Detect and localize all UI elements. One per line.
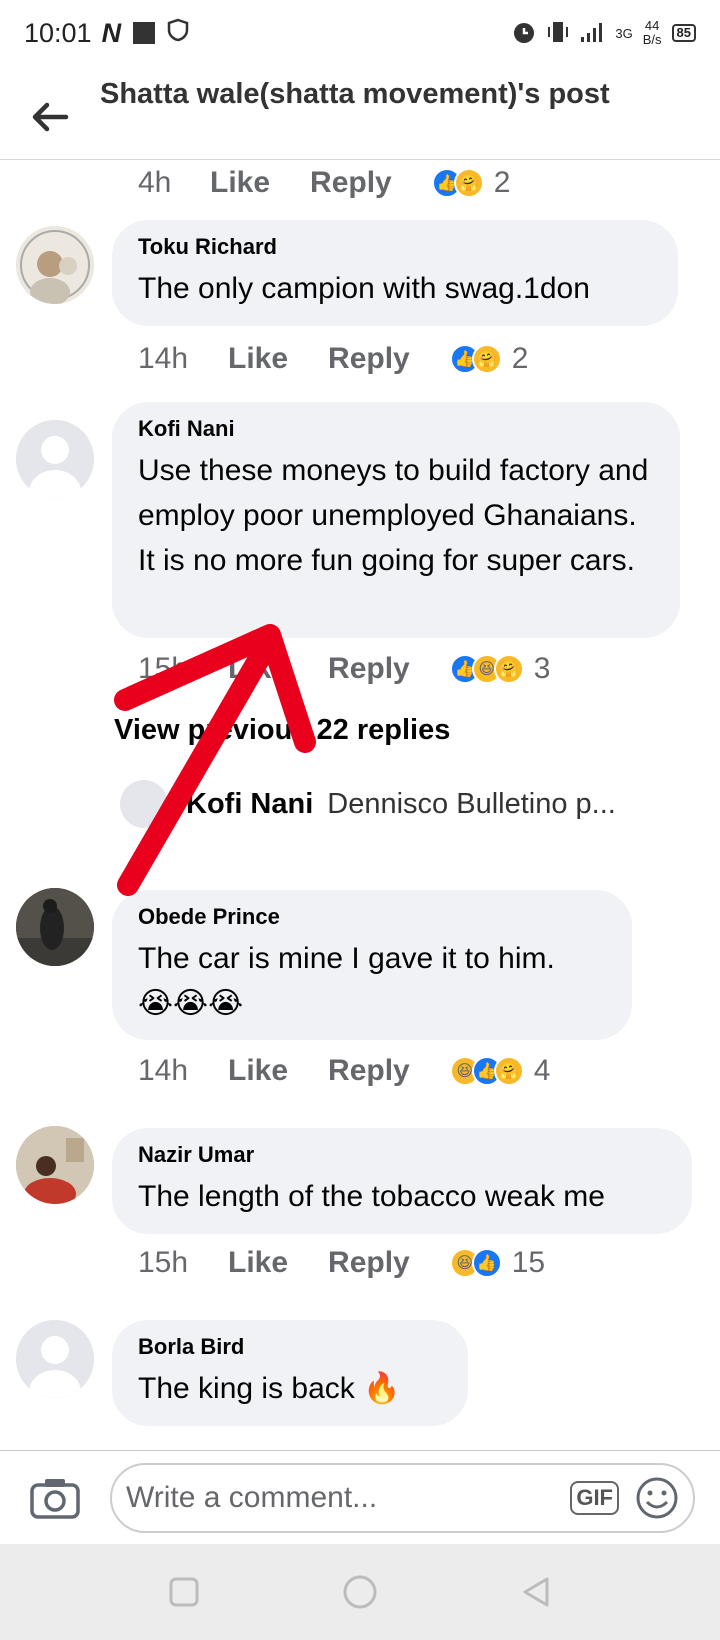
comment-meta: 15h Like Reply 👍 😆 🤗 3 bbox=[138, 652, 551, 686]
comment-bubble[interactable]: Borla Bird The king is back 🔥 bbox=[112, 1320, 468, 1426]
reply-button[interactable]: Reply bbox=[328, 1054, 410, 1088]
emoji-icon[interactable] bbox=[635, 1476, 679, 1520]
comment-bubble[interactable]: Obede Prince The car is mine I gave it t… bbox=[112, 890, 632, 1040]
comments-feed[interactable]: 4h Like Reply 👍 🤗 2 Toku Richard The onl… bbox=[0, 160, 720, 1450]
comment-emoji: 😭😭😭 bbox=[138, 987, 244, 1020]
like-reaction-icon: 👍 bbox=[471, 1248, 502, 1278]
net-speed: 44 B/s bbox=[642, 18, 662, 47]
reaction-summary[interactable]: 👍 🤗 2 bbox=[431, 166, 510, 200]
care-reaction-icon: 🤗 bbox=[453, 168, 484, 198]
commenter-name[interactable]: Toku Richard bbox=[138, 234, 652, 260]
reply-button[interactable]: Reply bbox=[328, 652, 410, 686]
comment-text: The king is back 🔥 bbox=[138, 1372, 401, 1405]
comment-placeholder: Write a comment... bbox=[126, 1480, 378, 1514]
commenter-name[interactable]: Nazir Umar bbox=[138, 1142, 666, 1168]
arrow-left-icon bbox=[32, 102, 69, 131]
like-button[interactable]: Like bbox=[228, 1246, 288, 1280]
page-title: Shatta wale(shatta movement)'s post bbox=[100, 78, 610, 110]
comment-meta: 4h Like Reply 👍 🤗 2 bbox=[138, 166, 511, 200]
system-nav-bar bbox=[0, 1544, 720, 1640]
care-reaction-icon: 🤗 bbox=[471, 344, 502, 374]
comment-text: Use these moneys to build factory and em… bbox=[138, 454, 649, 577]
comment-composer: Write a comment... GIF bbox=[0, 1450, 720, 1544]
avatar[interactable] bbox=[16, 888, 94, 966]
reply-button[interactable]: Reply bbox=[328, 1246, 410, 1280]
comment-bubble[interactable]: Kofi Nani Use these moneys to build fact… bbox=[112, 402, 680, 638]
commenter-name[interactable]: Borla Bird bbox=[138, 1334, 442, 1360]
reply-button[interactable]: Reply bbox=[310, 166, 392, 200]
alarm-icon bbox=[511, 19, 537, 48]
view-previous-replies-link[interactable]: View previous 22 replies bbox=[114, 714, 450, 747]
avatar[interactable] bbox=[16, 226, 94, 304]
back-button[interactable] bbox=[0, 66, 100, 159]
recents-button[interactable] bbox=[167, 1575, 201, 1609]
reaction-summary[interactable]: 👍 😆 🤗 3 bbox=[449, 652, 550, 686]
comment-text: The only campion with swag.1don bbox=[138, 272, 590, 305]
gallery-notification-icon bbox=[133, 22, 156, 44]
vibrate-icon bbox=[547, 20, 569, 47]
home-button[interactable] bbox=[341, 1573, 379, 1611]
comment-bubble[interactable]: Nazir Umar The length of the tobacco wea… bbox=[112, 1128, 692, 1234]
comment-text: The length of the tobacco weak me bbox=[138, 1180, 605, 1213]
care-reaction-icon: 🤗 bbox=[493, 654, 524, 684]
commenter-name[interactable]: Kofi Nani bbox=[138, 416, 654, 442]
reply-preview[interactable]: Kofi Nani Dennisco Bulletino p... bbox=[120, 780, 616, 828]
commenter-name[interactable]: Obede Prince bbox=[138, 904, 606, 930]
default-profile-icon bbox=[16, 1320, 94, 1398]
care-reaction-icon: 🤗 bbox=[493, 1056, 524, 1086]
status-bar: 10:01 N 3G 44 B/s 85 bbox=[0, 0, 720, 66]
like-button[interactable]: Like bbox=[228, 1054, 288, 1088]
comment-input[interactable]: Write a comment... GIF bbox=[110, 1462, 695, 1533]
signal-icon bbox=[579, 21, 605, 46]
clock: 10:01 bbox=[24, 17, 92, 48]
comment-bubble[interactable]: Toku Richard The only campion with swag.… bbox=[112, 220, 678, 326]
reply-button[interactable]: Reply bbox=[328, 342, 410, 376]
back-nav-button[interactable] bbox=[519, 1575, 553, 1609]
avatar[interactable] bbox=[16, 1126, 94, 1204]
battery-indicator: 85 bbox=[671, 24, 696, 42]
network-type-label: 3G bbox=[615, 25, 633, 41]
comment-meta: 15h Like Reply 😆 👍 15 bbox=[138, 1246, 546, 1280]
reaction-summary[interactable]: 👍 🤗 2 bbox=[449, 342, 528, 376]
reaction-summary[interactable]: 😆 👍 🤗 4 bbox=[449, 1054, 550, 1088]
avatar bbox=[120, 780, 168, 828]
n-notification-icon: N bbox=[101, 17, 122, 48]
avatar[interactable] bbox=[16, 420, 94, 498]
post-header: Shatta wale(shatta movement)'s post bbox=[0, 66, 720, 160]
shield-icon bbox=[167, 18, 189, 49]
gif-button[interactable]: GIF bbox=[570, 1480, 619, 1515]
comment-meta: 14h Like Reply 👍 🤗 2 bbox=[138, 342, 529, 376]
camera-button[interactable] bbox=[0, 1476, 110, 1520]
comment-meta: 14h Like Reply 😆 👍 🤗 4 bbox=[138, 1054, 551, 1088]
camera-icon bbox=[30, 1478, 80, 1519]
avatar[interactable] bbox=[16, 1320, 94, 1398]
like-button[interactable]: Like bbox=[210, 166, 270, 200]
reaction-summary[interactable]: 😆 👍 15 bbox=[449, 1246, 545, 1280]
like-button[interactable]: Like bbox=[228, 342, 288, 376]
reply-snippet: Dennisco Bulletino p... bbox=[327, 787, 616, 820]
like-button[interactable]: Like bbox=[228, 652, 288, 686]
comment-text: The car is mine I gave it to him. bbox=[138, 942, 555, 975]
default-profile-icon bbox=[16, 420, 94, 498]
reply-author: Kofi Nani bbox=[186, 787, 314, 820]
